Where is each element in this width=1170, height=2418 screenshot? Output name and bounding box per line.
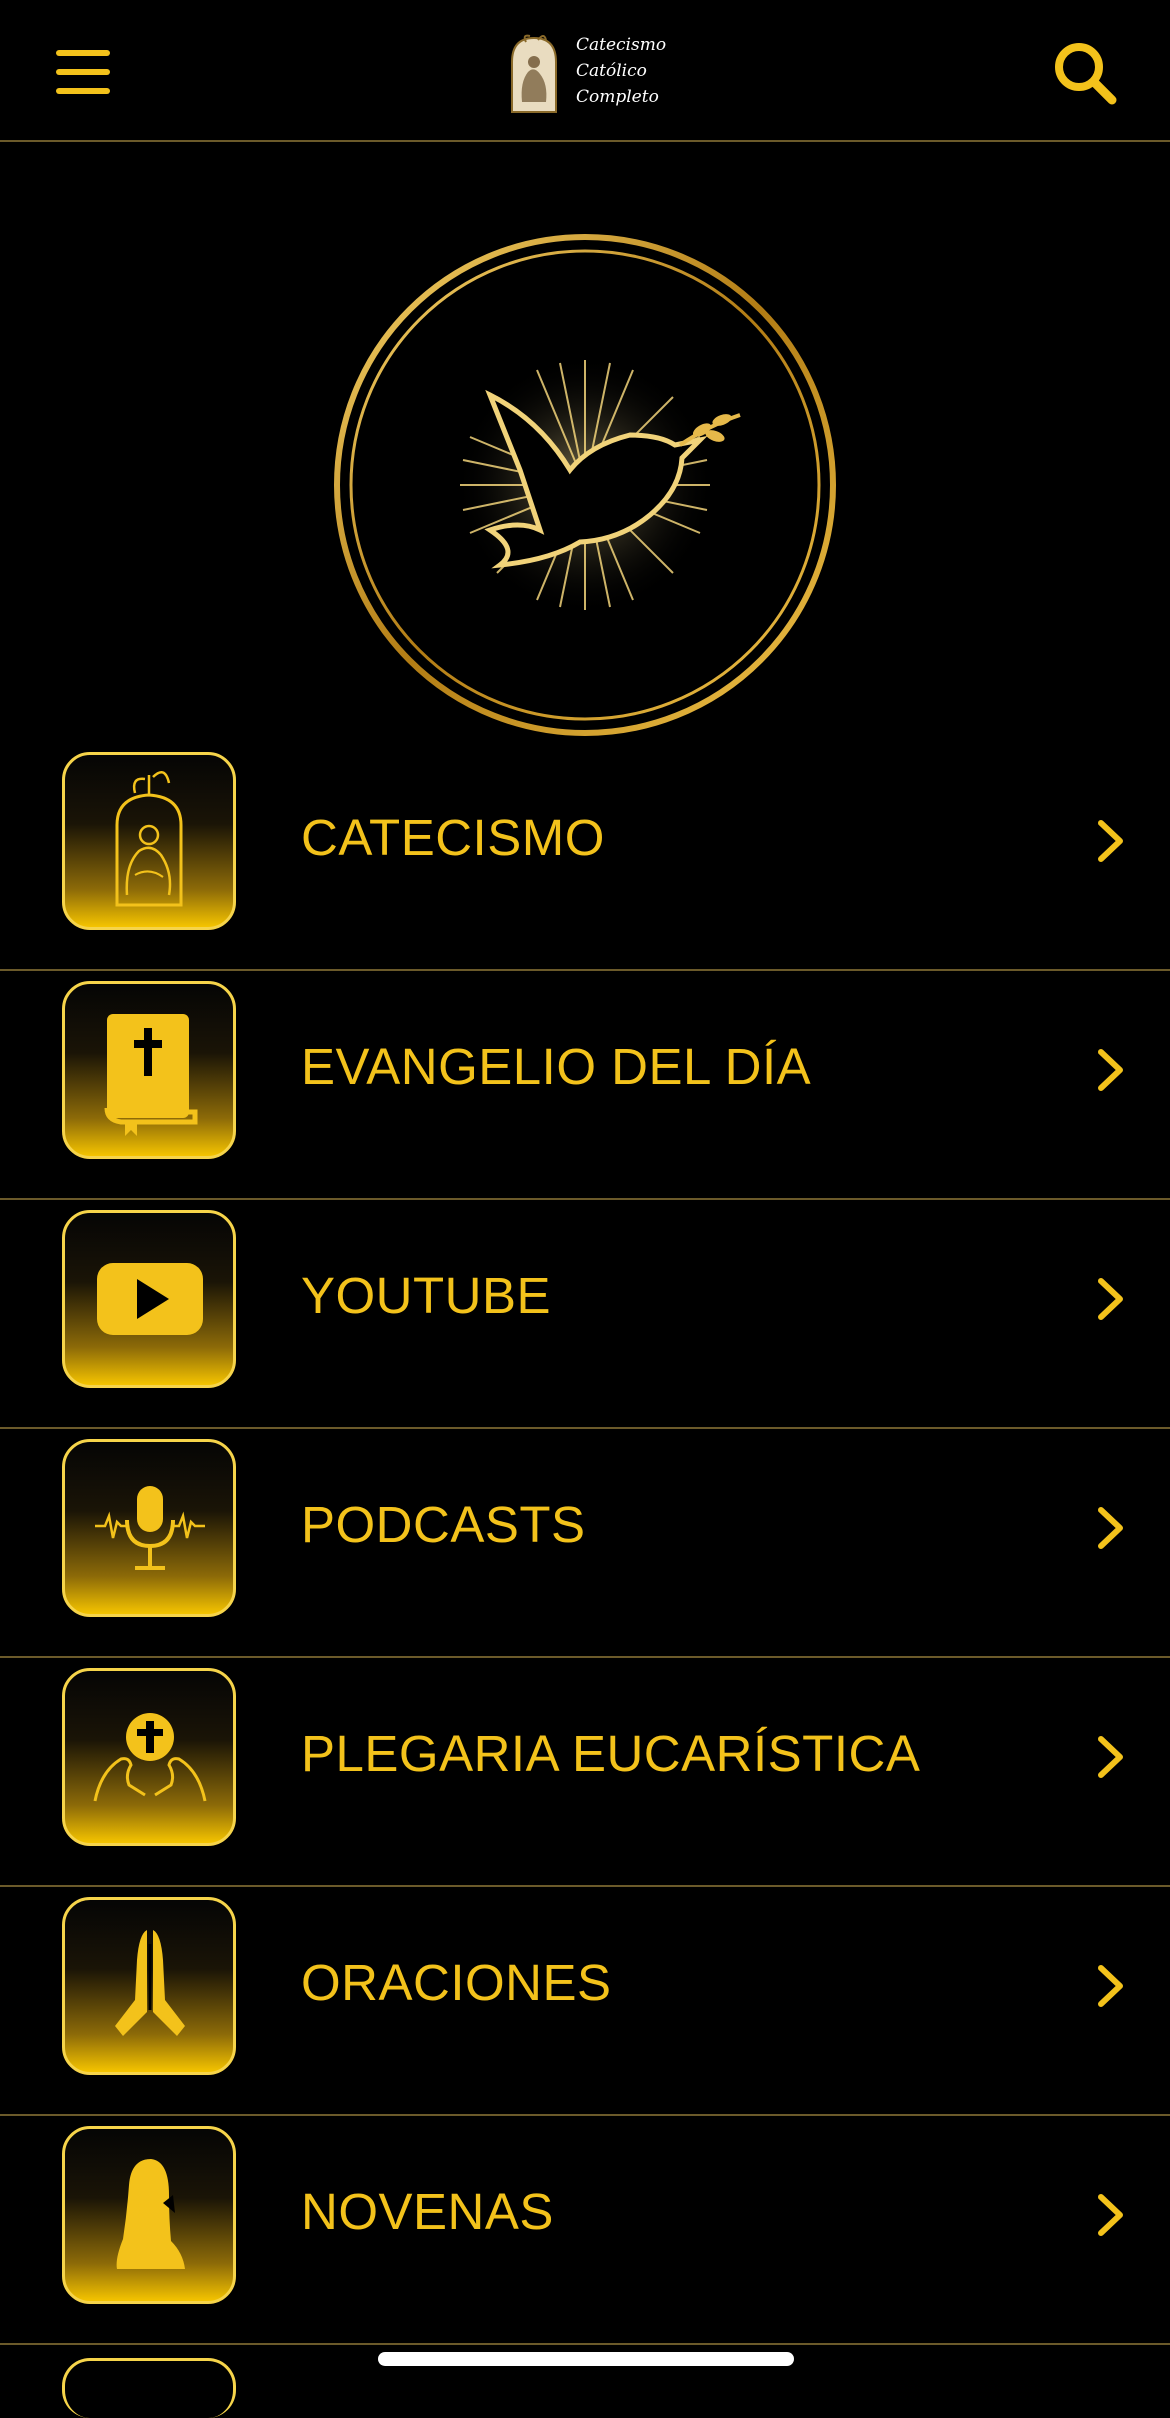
microphone-icon: [62, 1439, 236, 1617]
menu-item-catecismo[interactable]: CATECISMO: [0, 742, 1170, 971]
chevron-right-icon: [1098, 2194, 1123, 2236]
menu-item-evangelio[interactable]: EVANGELIO DEL DÍA: [0, 971, 1170, 1200]
menu-item-partial-tile[interactable]: [62, 2358, 236, 2418]
youtube-play-icon: [62, 1210, 236, 1388]
chevron-right-icon: [1098, 1965, 1123, 2007]
menu-item-label: NOVENAS: [301, 2183, 554, 2240]
menu-item-youtube[interactable]: YOUTUBE: [0, 1200, 1170, 1429]
menu-item-plegaria[interactable]: PLEGARIA EUCARÍSTICA: [0, 1658, 1170, 1887]
chevron-right-icon: [1098, 820, 1123, 862]
menu-item-label: YOUTUBE: [301, 1267, 552, 1324]
chevron-right-icon: [1098, 1049, 1123, 1091]
logo-line-2: Católico: [576, 61, 647, 81]
menu-list: CATECISMO EVANGELIO DEL DÍA YOUTUBE PODC…: [0, 742, 1170, 2345]
app-header: Catecismo Católico Completo: [0, 0, 1170, 142]
logo-line-1: Catecismo: [576, 35, 667, 55]
menu-item-label: EVANGELIO DEL DÍA: [301, 1038, 812, 1095]
hamburger-menu-icon[interactable]: [52, 46, 114, 98]
menu-item-label: ORACIONES: [301, 1954, 612, 2011]
search-icon[interactable]: [1050, 38, 1120, 108]
menu-item-oraciones[interactable]: ORACIONES: [0, 1887, 1170, 2116]
dove-with-olive-branch-icon: [334, 234, 836, 736]
praying-hands-icon: [62, 1897, 236, 2075]
app-logo: Catecismo Católico Completo: [508, 28, 668, 116]
kneeling-virgin-icon: [62, 2126, 236, 2304]
holy-family-logo-icon: [511, 34, 557, 113]
bible-icon: [62, 981, 236, 1159]
chevron-right-icon: [1098, 1507, 1123, 1549]
holy-family-icon: [62, 752, 236, 930]
menu-item-label: CATECISMO: [301, 809, 605, 866]
menu-item-podcasts[interactable]: PODCASTS: [0, 1429, 1170, 1658]
menu-item-label: PLEGARIA EUCARÍSTICA: [301, 1725, 921, 1782]
home-indicator[interactable]: [378, 2352, 794, 2366]
menu-item-novenas[interactable]: NOVENAS: [0, 2116, 1170, 2345]
eucharist-host-icon: [62, 1668, 236, 1846]
logo-line-3: Completo: [576, 87, 659, 107]
chevron-right-icon: [1098, 1278, 1123, 1320]
menu-item-label: PODCASTS: [301, 1496, 586, 1553]
chevron-right-icon: [1098, 1736, 1123, 1778]
